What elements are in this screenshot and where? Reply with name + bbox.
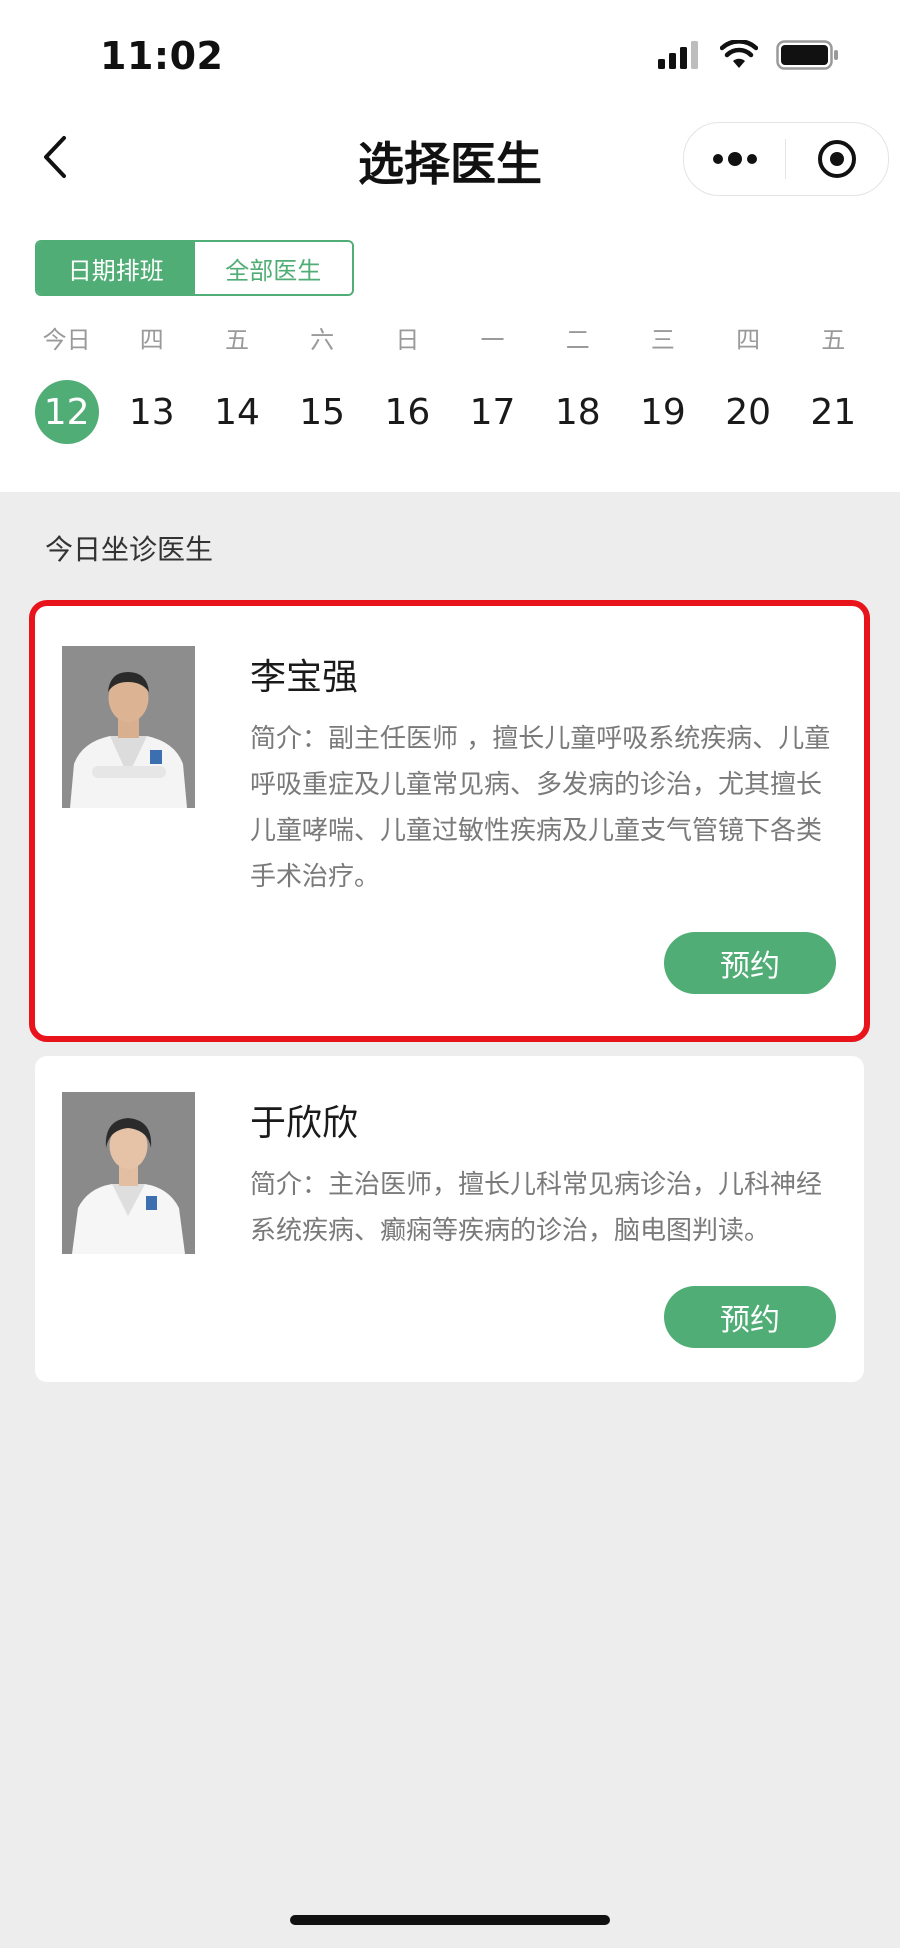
calendar-dates: 12 13 14 15 16 17 18 19 20 21 xyxy=(24,380,876,444)
weekday-label: 四 xyxy=(736,326,761,354)
status-time: 11:02 xyxy=(100,34,224,78)
doctor-avatar xyxy=(62,646,195,808)
weekday-label: 今日 xyxy=(42,326,91,354)
weekday-label: 五 xyxy=(224,326,249,354)
date-number: 20 xyxy=(725,391,771,433)
weekday-label: 日 xyxy=(395,326,420,354)
date-number: 18 xyxy=(554,391,601,433)
date-item[interactable]: 13 xyxy=(109,380,194,444)
battery-icon xyxy=(776,40,838,70)
weekday-label: 五 xyxy=(821,326,846,354)
weekday-label: 二 xyxy=(565,326,590,354)
more-dots-icon xyxy=(712,152,757,166)
date-item-selected[interactable]: 12 xyxy=(24,380,109,444)
miniprogram-capsule xyxy=(683,122,889,196)
wifi-icon xyxy=(720,40,758,68)
date-item[interactable]: 16 xyxy=(365,380,450,444)
signal-icon xyxy=(658,41,698,69)
date-item[interactable]: 15 xyxy=(280,380,365,444)
book-button[interactable]: 预约 xyxy=(664,1286,836,1348)
book-button[interactable]: 预约 xyxy=(664,932,836,994)
date-number: 12 xyxy=(34,380,99,444)
doctor-intro: 简介：副主任医师 ，擅长儿童呼吸系统疾病、儿童呼吸重症及儿童常见病、多发病的诊治… xyxy=(250,724,831,892)
date-number: 17 xyxy=(469,391,516,433)
date-item[interactable]: 19 xyxy=(620,380,705,444)
doctor-intro: 简介：主治医师，擅长儿科常见病诊治，儿科神经系统疾病、癫痫等疾病的诊治，脑电图判… xyxy=(250,1170,823,1246)
doctor-name: 李宝强 xyxy=(250,657,359,698)
date-item[interactable]: 21 xyxy=(791,380,876,444)
doctor-card[interactable]: 李宝强 简介：副主任医师 ，擅长儿童呼吸系统疾病、儿童呼吸重症及儿童常见病、多发… xyxy=(29,600,870,1042)
date-item[interactable]: 14 xyxy=(194,380,279,444)
date-number: 16 xyxy=(384,391,431,433)
view-switch: 日期排班 全部医生 xyxy=(35,240,354,296)
section-title: 今日坐诊医生 xyxy=(45,533,214,566)
date-item[interactable]: 20 xyxy=(706,380,791,444)
tab-schedule-by-date[interactable]: 日期排班 xyxy=(37,242,195,294)
weekday-label: 四 xyxy=(139,326,164,354)
doctor-card[interactable]: 于欣欣 简介：主治医师，擅长儿科常见病诊治，儿科神经系统疾病、癫痫等疾病的诊治，… xyxy=(35,1056,864,1382)
date-item[interactable]: 17 xyxy=(450,380,535,444)
date-number: 15 xyxy=(299,391,346,433)
target-icon xyxy=(817,140,856,178)
weekday-label: 一 xyxy=(480,326,505,354)
status-icons xyxy=(658,40,840,70)
close-miniprogram-button[interactable] xyxy=(786,123,887,195)
home-indicator xyxy=(290,1915,610,1925)
weekday-label: 三 xyxy=(650,326,675,354)
date-number: 19 xyxy=(640,391,686,433)
date-number: 14 xyxy=(214,391,260,433)
date-number: 13 xyxy=(128,391,175,433)
doctor-avatar xyxy=(62,1092,195,1254)
date-number: 21 xyxy=(810,391,857,433)
more-button[interactable] xyxy=(684,123,785,195)
doctor-name: 于欣欣 xyxy=(250,1103,359,1144)
tab-all-doctors[interactable]: 全部医生 xyxy=(194,242,352,294)
date-item[interactable]: 18 xyxy=(535,380,620,444)
calendar-weekdays: 今日 四 五 六 日 一 二 三 四 五 xyxy=(24,320,876,355)
weekday-label: 六 xyxy=(310,326,335,354)
